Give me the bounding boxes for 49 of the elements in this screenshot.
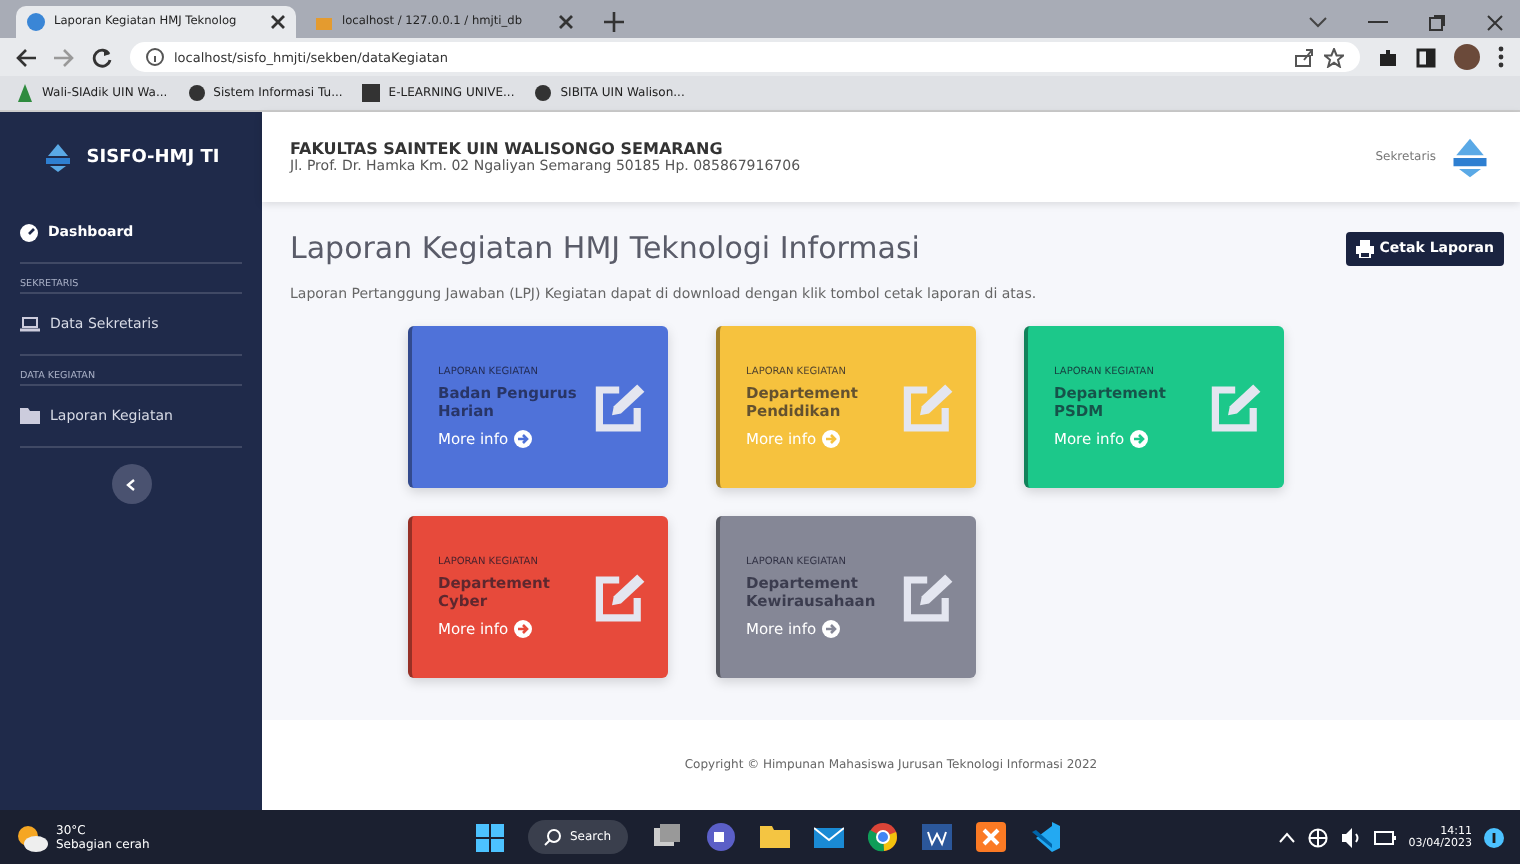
laptop-icon bbox=[20, 316, 40, 332]
network-icon[interactable] bbox=[1308, 827, 1329, 847]
edit-icon bbox=[594, 379, 648, 435]
reload-icon[interactable] bbox=[92, 47, 112, 67]
edit-icon bbox=[594, 569, 648, 625]
chevron-down-icon[interactable] bbox=[1308, 16, 1328, 28]
speaker-icon[interactable] bbox=[1340, 827, 1363, 847]
battery-icon[interactable] bbox=[1374, 829, 1397, 845]
sun-cloud-icon bbox=[16, 823, 48, 851]
document-app-icon[interactable] bbox=[921, 822, 952, 852]
arrow-circle-icon bbox=[1130, 430, 1149, 448]
close-icon[interactable] bbox=[1486, 13, 1504, 31]
folder-icon[interactable] bbox=[759, 822, 790, 852]
edit-icon bbox=[902, 379, 956, 435]
chevron-left-icon bbox=[126, 477, 136, 491]
printer-icon bbox=[1355, 239, 1374, 257]
close-icon[interactable] bbox=[270, 14, 286, 30]
sidebar-toggle-button[interactable] bbox=[111, 464, 151, 504]
notification-icon[interactable] bbox=[1484, 827, 1504, 847]
chevron-up-icon[interactable] bbox=[1278, 831, 1297, 843]
arrow-circle-icon bbox=[514, 430, 533, 448]
brand-name[interactable]: SISFO-HMJ TI bbox=[86, 147, 220, 167]
share-icon[interactable] bbox=[1294, 47, 1314, 67]
institution-name: FAKULTAS SAINTEK UIN WALISONGO SEMARANG bbox=[290, 140, 725, 158]
info-icon bbox=[146, 48, 164, 66]
minimize-icon[interactable] bbox=[1368, 20, 1388, 24]
avatar-icon[interactable] bbox=[1454, 44, 1480, 70]
arrow-circle-icon bbox=[822, 430, 841, 448]
mail-icon[interactable] bbox=[813, 822, 844, 852]
arrow-circle-icon bbox=[514, 620, 533, 638]
task-view-icon[interactable] bbox=[651, 822, 682, 852]
page-title: Laporan Kegiatan HMJ Teknologi Informasi bbox=[290, 230, 920, 266]
browser-icon[interactable] bbox=[867, 822, 898, 852]
arrow-circle-icon bbox=[822, 620, 841, 638]
gauge-icon bbox=[20, 223, 38, 241]
code-editor-icon[interactable] bbox=[1029, 822, 1060, 852]
edit-icon bbox=[1210, 379, 1264, 435]
more-icon[interactable] bbox=[1498, 46, 1504, 68]
server-app-icon[interactable] bbox=[975, 822, 1006, 852]
edit-icon bbox=[902, 569, 956, 625]
close-icon[interactable] bbox=[558, 14, 574, 30]
side-panel-icon[interactable] bbox=[1416, 47, 1436, 67]
restore-icon[interactable] bbox=[1428, 13, 1446, 31]
add-tab-icon[interactable] bbox=[604, 12, 624, 32]
search-icon bbox=[544, 828, 562, 846]
windows-start-icon[interactable] bbox=[476, 823, 504, 851]
folder-icon bbox=[20, 408, 40, 424]
star-icon[interactable] bbox=[1324, 47, 1344, 67]
back-arrow-icon[interactable] bbox=[16, 47, 36, 67]
